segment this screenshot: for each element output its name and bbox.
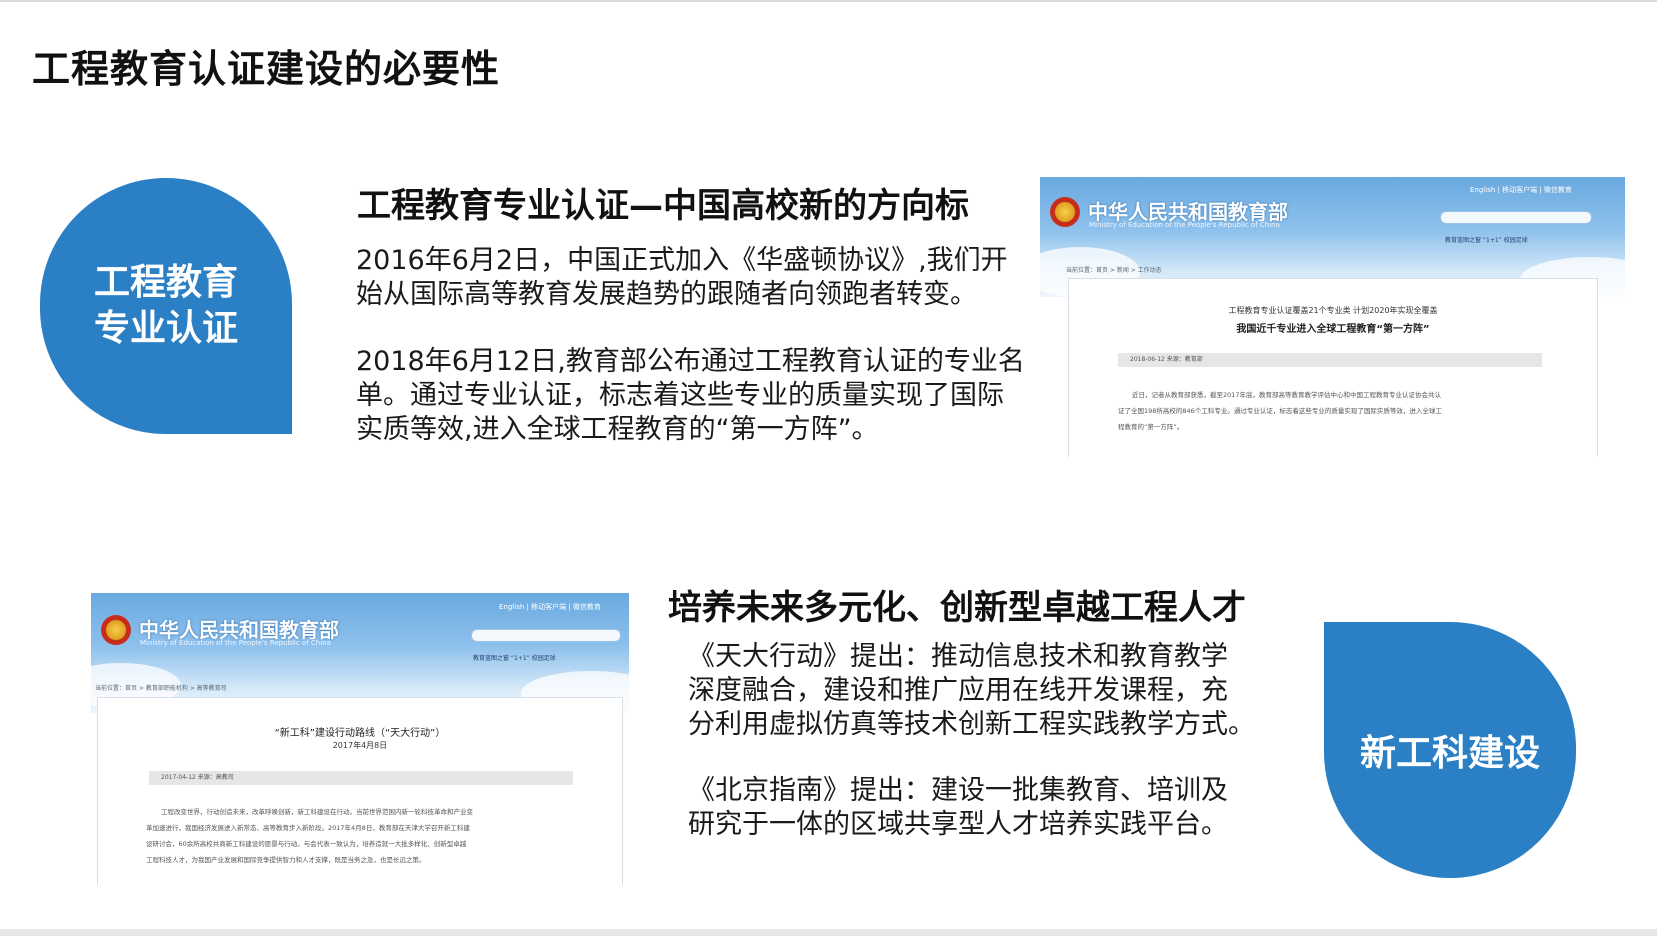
ministry-document-screenshot: 中华人民共和国教育部 Ministry of Education of the … <box>91 593 629 885</box>
article-card: “新工科”建设行动路线（“天大行动”） 2017年4月8日 2017-04-12… <box>97 697 623 885</box>
top-links[interactable]: English | 移动客户端 | 微信教育 <box>499 602 601 612</box>
paragraph-line: 《天大行动》提出：推动信息技术和教育教学 <box>688 641 1228 672</box>
ministry-english-name: Ministry of Education of the People's Re… <box>140 639 331 647</box>
top-links[interactable]: English | 移动客户端 | 微信教育 <box>1470 185 1572 195</box>
badge-line: 专业认证 <box>93 308 238 349</box>
ministry-english-name: Ministry of Education of the People's Re… <box>1089 221 1280 229</box>
paragraph: 《北京指南》提出：建设一批集教育、培训及 研究于一体的区域共享型人才培养实践平台… <box>688 774 1268 842</box>
paragraph-line: 2018年6月12日,教育部公布通过工程教育认证的专业名 <box>356 346 1025 377</box>
top-divider <box>0 0 1657 2</box>
article-title: “新工科”建设行动路线（“天大行动”） <box>274 728 446 739</box>
paragraph-line: 2016年6月2日，中国正式加入《华盛顿协议》,我们开 <box>356 245 1008 276</box>
paragraph-line: 深度融合，建设和推广应用在线开发课程，充 <box>688 675 1228 706</box>
article-body-line: 程教育的“第一方阵”。 <box>1118 423 1184 431</box>
badge-engineering-certification: 工程教育 专业认证 <box>40 178 292 434</box>
article-card: 工程教育专业认证覆盖21个专业类 计划2020年实现全覆盖 我国近千专业进入全球… <box>1068 278 1598 457</box>
paragraph-line: 单。通过专业认证，标志着这些专业的质量实现了国际 <box>356 380 1004 411</box>
article-meta: 2017-04-12 来源：高教司 <box>149 771 573 785</box>
article-body-line: 证了全国198所高校的846个工科专业。通过专业认证，标志着这些专业的质量实现了… <box>1118 407 1442 415</box>
paragraph: 《天大行动》提出：推动信息技术和教育教学 深度融合，建设和推广应用在线开发课程，… <box>688 640 1268 742</box>
breadcrumb: 当前位置：首页 > 新闻 > 工作动态 <box>1066 267 1162 274</box>
article-meta: 2018-06-12 来源：教育部 <box>1118 353 1542 367</box>
article-date: 2017年4月8日 <box>332 741 388 750</box>
national-emblem-icon <box>1050 197 1080 227</box>
search-input[interactable] <box>471 629 621 642</box>
quick-links[interactable]: 教育蓝图之窗 “1+1” 校园足球 <box>473 653 556 662</box>
paragraph: 2018年6月12日,教育部公布通过工程教育认证的专业名 单。通过专业认证，标志… <box>356 345 1036 447</box>
quick-links[interactable]: 教育蓝图之窗 “1+1” 校园足球 <box>1445 235 1528 244</box>
breadcrumb: 当前位置：首页 > 教育部职能机构 > 高等教育司 <box>95 685 227 692</box>
page-title: 工程教育认证建设的必要性 <box>32 47 501 91</box>
paragraph-line: 始从国际高等教育发展趋势的跟随者向领跑者转变。 <box>356 279 977 310</box>
slide: 工程教育认证建设的必要性 工程教育 专业认证 工程教育专业认证—中国高校新的方向… <box>0 0 1657 936</box>
national-emblem-icon <box>101 615 131 645</box>
section-heading: 工程教育专业认证—中国高校新的方向标 <box>357 186 969 226</box>
article-body-line: 设研讨会，60余所高校共商新工科建设的愿景与行动。与会代表一致认为，培养造就一大… <box>146 840 467 848</box>
paragraph: 2016年6月2日，中国正式加入《华盛顿协议》,我们开 始从国际高等教育发展趋势… <box>356 244 1036 312</box>
paragraph-line: 研究于一体的区域共享型人才培养实践平台。 <box>688 809 1228 840</box>
article-body-line: 工程改变世界，行动创造未来，改革呼唤创新，新工科建设在行动。当前世界范围内新一轮… <box>161 808 473 816</box>
article-body-line: 革加速进行，我国经济发展进入新常态、高等教育步入新阶段。2017年4月8日，教育… <box>146 824 470 832</box>
paragraph-line: 《北京指南》提出：建设一批集教育、培训及 <box>688 775 1228 806</box>
ministry-news-screenshot: 中华人民共和国教育部 Ministry of Education of the … <box>1040 177 1625 457</box>
article-subtitle: 工程教育专业认证覆盖21个专业类 计划2020年实现全覆盖 <box>1228 306 1438 315</box>
article-title: 我国近千专业进入全球工程教育“第一方阵” <box>1236 324 1430 335</box>
badge-new-engineering: 新工科建设 <box>1324 622 1576 878</box>
badge-line: 工程教育 <box>93 262 238 303</box>
article-body-line: 近日，记者从教育部获悉，截至2017年底，教育部高等教育教学评估中心和中国工程教… <box>1132 391 1442 399</box>
search-input[interactable] <box>1440 211 1592 224</box>
bottom-divider <box>0 929 1657 936</box>
paragraph-line: 分利用虚拟仿真等技术创新工程实践教学方式。 <box>688 709 1255 740</box>
section-heading: 培养未来多元化、创新型卓越工程人才 <box>668 588 1246 628</box>
paragraph-line: 实质等效,进入全球工程教育的“第一方阵”。 <box>356 414 879 445</box>
article-body-line: 工程科技人才，为我国产业发展和国际竞争提供智力和人才支撑，既是当务之急，也是长远… <box>146 856 426 864</box>
